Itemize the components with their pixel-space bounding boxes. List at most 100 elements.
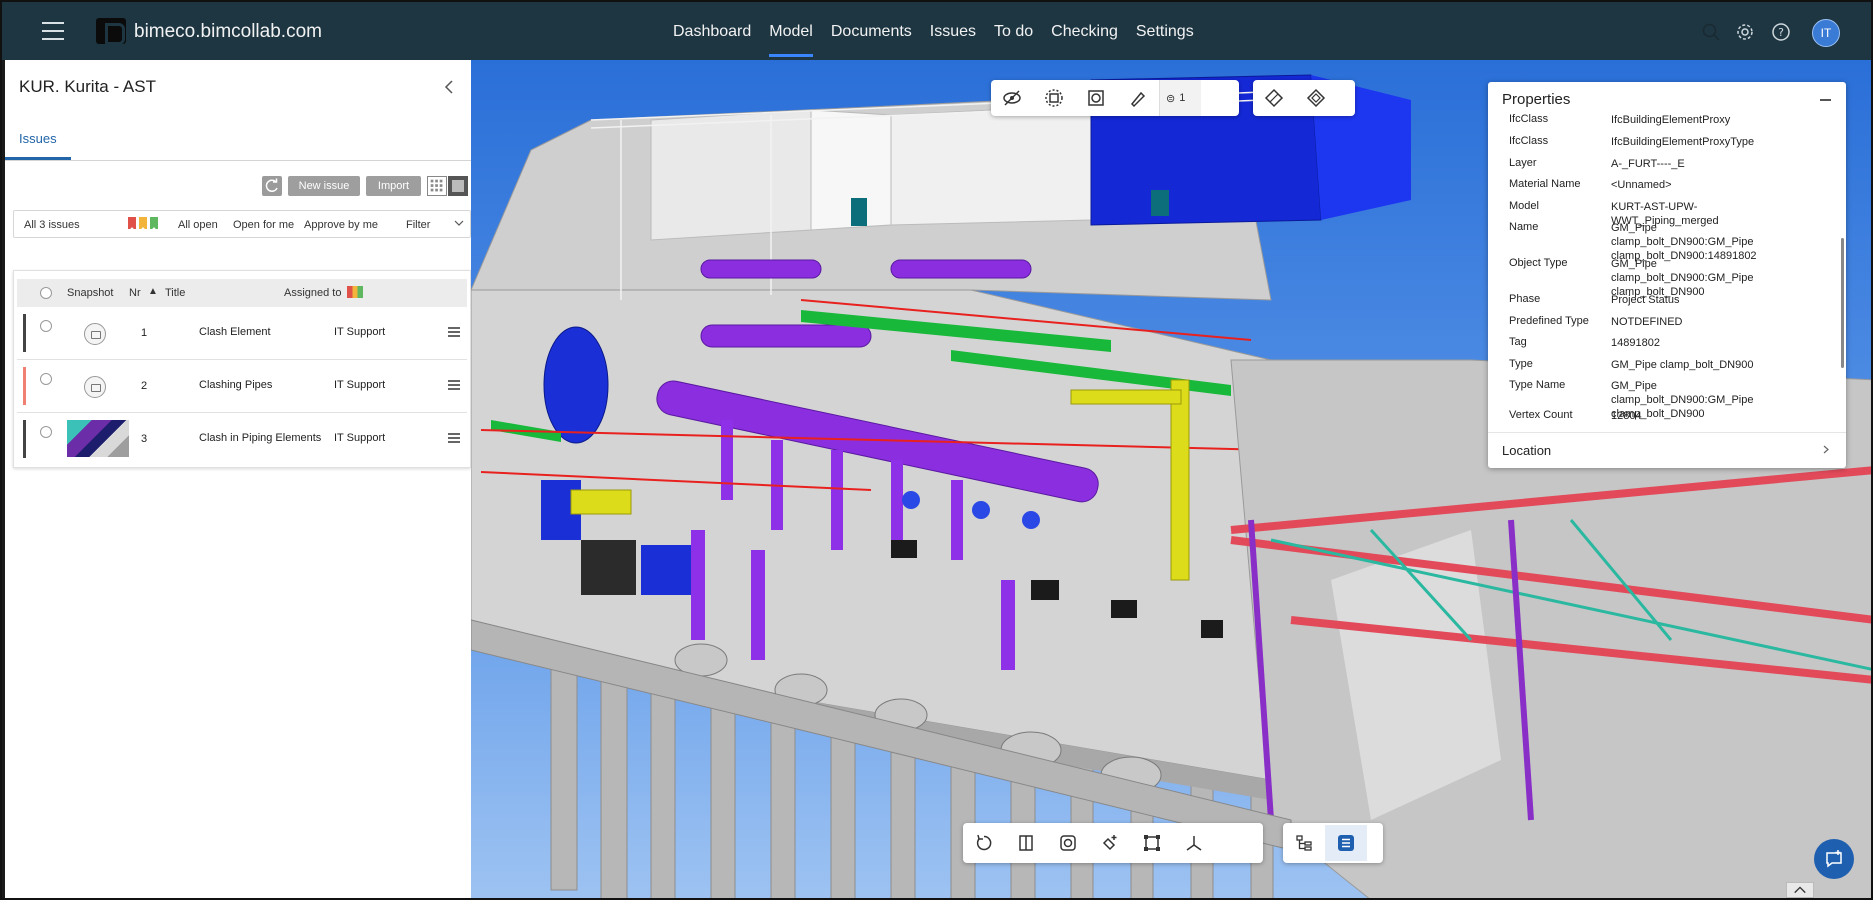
snapshot-placeholder-icon <box>84 323 106 345</box>
selection-count-value: 1 <box>1179 92 1186 104</box>
issue-table: Snapshot Nr ▲ Title Assigned to 1 Clash … <box>13 270 471 468</box>
isolate-icon[interactable] <box>1033 80 1075 116</box>
section-plane-icon[interactable] <box>1253 80 1295 116</box>
header-nr[interactable]: Nr <box>129 287 141 299</box>
snapshot-thumbnail[interactable] <box>67 420 129 457</box>
nav-dashboard[interactable]: Dashboard <box>664 2 760 60</box>
refresh-button[interactable] <box>262 176 282 196</box>
all-issues-count[interactable]: All 3 issues <box>24 219 80 231</box>
selection-count[interactable]: ⊜ 1 <box>1159 80 1201 116</box>
focus-icon[interactable] <box>1047 825 1089 861</box>
menu-icon[interactable] <box>42 22 64 40</box>
property-value: IfcBuildingElementProxyType <box>1611 136 1755 148</box>
nav-checking[interactable]: Checking <box>1042 2 1127 60</box>
property-key: IfcClass <box>1509 135 1549 147</box>
property-key: Material Name <box>1509 178 1581 190</box>
section-icon[interactable] <box>1005 825 1047 861</box>
filter-small-icon: ⊜ <box>1166 92 1176 105</box>
row-menu-icon[interactable] <box>448 380 460 390</box>
measure-icon[interactable] <box>1089 825 1131 861</box>
row-menu-icon[interactable] <box>448 433 460 443</box>
property-value: GM_Pipe clamp_bolt_DN900 <box>1611 359 1754 371</box>
issue-title: Clash Element <box>199 326 271 338</box>
properties-icon[interactable] <box>1325 825 1367 861</box>
row-menu-icon[interactable] <box>448 327 460 337</box>
issue-number: 1 <box>141 327 148 339</box>
nav-issues[interactable]: Issues <box>921 2 985 60</box>
property-value: 12804 <box>1611 410 1642 422</box>
visibility-toolbar: ⊜ 1 <box>991 80 1239 116</box>
frame-icon[interactable] <box>1131 825 1173 861</box>
status-flags-icon[interactable] <box>347 286 363 298</box>
chevron-left-icon[interactable] <box>441 78 459 96</box>
filter-bar: All 3 issues All open Open for me Approv… <box>13 210 471 238</box>
select-box-icon[interactable] <box>1075 80 1117 116</box>
axes-icon[interactable] <box>1173 825 1215 861</box>
chevron-right-icon[interactable] <box>1822 445 1831 454</box>
search-icon[interactable] <box>1702 23 1720 41</box>
flag-orange-icon[interactable] <box>139 217 147 229</box>
list-view-icon[interactable] <box>448 176 468 196</box>
row-checkbox[interactable] <box>40 320 52 332</box>
nav-documents[interactable]: Documents <box>822 2 921 60</box>
filter-dropdown[interactable]: Filter <box>406 219 430 231</box>
select-all-checkbox[interactable] <box>40 287 52 299</box>
flag-red-icon[interactable] <box>128 217 136 229</box>
import-button[interactable]: Import <box>366 176 421 196</box>
help-icon[interactable]: ? <box>1772 23 1790 41</box>
location-section[interactable]: Location <box>1502 443 1551 458</box>
paint-icon[interactable] <box>1117 80 1159 116</box>
filter-all-open[interactable]: All open <box>178 219 218 231</box>
property-value: NOTDEFINED <box>1611 316 1683 328</box>
properties-list[interactable]: IfcClass IfcBuildingElementProxy IfcClass… <box>1488 114 1840 426</box>
property-value: Project Status <box>1611 294 1680 306</box>
status-indicator <box>23 314 26 352</box>
nav-model[interactable]: Model <box>760 2 822 60</box>
table-row[interactable]: 3 Clash in Piping Elements IT Support <box>17 413 467 465</box>
issue-assignee: IT Support <box>334 326 386 338</box>
property-key: Type Name <box>1509 379 1566 391</box>
chevron-down-icon[interactable] <box>454 218 464 228</box>
app-window: bimeco.bimcollab.com Dashboard Model Doc… <box>0 0 1873 900</box>
user-avatar[interactable]: IT <box>1812 19 1840 47</box>
snapshot-placeholder-icon <box>84 376 106 398</box>
sort-ascending-icon[interactable]: ▲ <box>148 286 158 297</box>
tree-icon[interactable] <box>1283 825 1325 861</box>
issue-assignee: IT Support <box>334 432 386 444</box>
chat-button[interactable] <box>1814 839 1854 879</box>
gear-icon[interactable] <box>1736 23 1754 41</box>
nav-settings[interactable]: Settings <box>1127 2 1203 60</box>
reset-view-icon[interactable] <box>963 825 1005 861</box>
nav-todo[interactable]: To do <box>985 2 1042 60</box>
hide-eye-icon[interactable] <box>991 80 1033 116</box>
row-checkbox[interactable] <box>40 426 52 438</box>
svg-text:?: ? <box>1778 26 1784 39</box>
header-snapshot: Snapshot <box>67 287 114 299</box>
chevron-up-icon[interactable] <box>1786 882 1814 898</box>
table-header: Snapshot Nr ▲ Title Assigned to <box>17 279 467 307</box>
property-key: Type <box>1509 358 1533 370</box>
header-title[interactable]: Title <box>165 287 185 299</box>
properties-scrollbar[interactable] <box>1841 238 1844 368</box>
property-key: Name <box>1509 221 1539 233</box>
minimize-button[interactable] <box>1820 99 1831 101</box>
row-checkbox[interactable] <box>40 373 52 385</box>
bimcollab-logo <box>96 18 126 45</box>
status-flags[interactable] <box>128 217 158 229</box>
main-nav: Dashboard Model Documents Issues To do C… <box>664 2 1203 60</box>
table-row[interactable]: 2 Clashing Pipes IT Support <box>17 360 467 412</box>
navigation-toolbar <box>963 823 1263 863</box>
flag-green-icon[interactable] <box>150 217 158 229</box>
issues-panel: KUR. Kurita - AST Issues New issue Impor… <box>5 60 471 898</box>
tab-issues[interactable]: Issues <box>5 122 71 160</box>
property-key: Layer <box>1509 157 1537 169</box>
table-row[interactable]: 1 Clash Element IT Support <box>17 307 467 359</box>
header-assigned[interactable]: Assigned to <box>284 287 341 299</box>
filter-approve-by-me[interactable]: Approve by me <box>304 219 378 231</box>
top-bar: bimeco.bimcollab.com Dashboard Model Doc… <box>2 2 1871 60</box>
section-box-icon[interactable] <box>1295 80 1337 116</box>
issue-number: 3 <box>141 433 148 445</box>
grid-view-icon[interactable] <box>427 176 447 196</box>
filter-open-for-me[interactable]: Open for me <box>233 219 294 231</box>
new-issue-button[interactable]: New issue <box>288 176 360 196</box>
